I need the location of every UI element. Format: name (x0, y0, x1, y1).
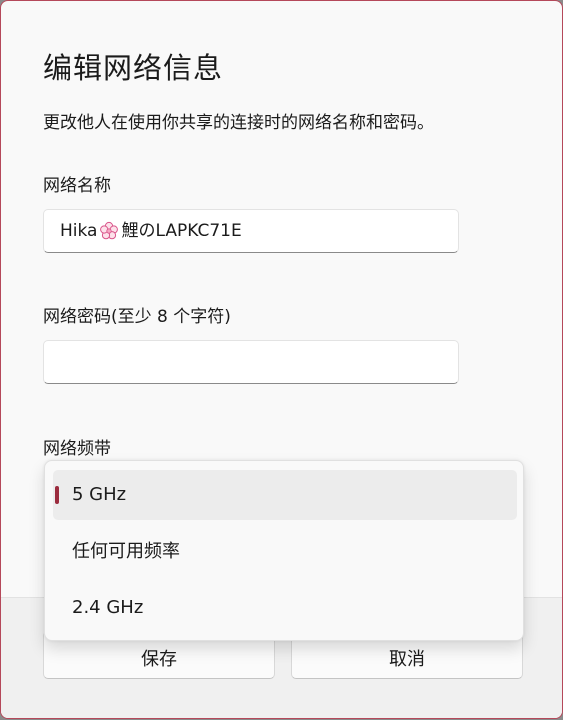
network-name-prefix: Hika (60, 221, 98, 241)
band-option-any[interactable]: 任何可用频率 (53, 527, 517, 577)
band-option-2-4ghz[interactable]: 2.4 GHz (53, 583, 517, 633)
selected-indicator (55, 486, 59, 504)
network-name-suffix: 鯉のLAPKC71E (121, 221, 242, 241)
edit-network-dialog: 编辑网络信息 更改他人在使用你共享的连接时的网络名称和密码。 网络名称 Hika… (0, 0, 563, 719)
password-label: 网络密码(至少 8 个字符) (43, 307, 231, 327)
band-option-label: 5 GHz (72, 484, 127, 505)
band-option-5ghz[interactable]: 5 GHz (53, 470, 517, 520)
flower-emoji-icon (100, 221, 119, 240)
band-option-label: 2.4 GHz (72, 597, 144, 618)
band-option-label: 任何可用频率 (72, 541, 180, 562)
dialog-title: 编辑网络信息 (43, 51, 224, 85)
network-band-label: 网络频带 (43, 439, 111, 459)
dialog-description: 更改他人在使用你共享的连接时的网络名称和密码。 (43, 113, 434, 133)
network-band-dropdown: 5 GHz 任何可用频率 2.4 GHz (44, 460, 524, 641)
network-name-label: 网络名称 (43, 176, 111, 196)
password-field[interactable] (43, 340, 459, 384)
network-name-field[interactable]: Hika 鯉のLAPKC71E (43, 209, 459, 253)
